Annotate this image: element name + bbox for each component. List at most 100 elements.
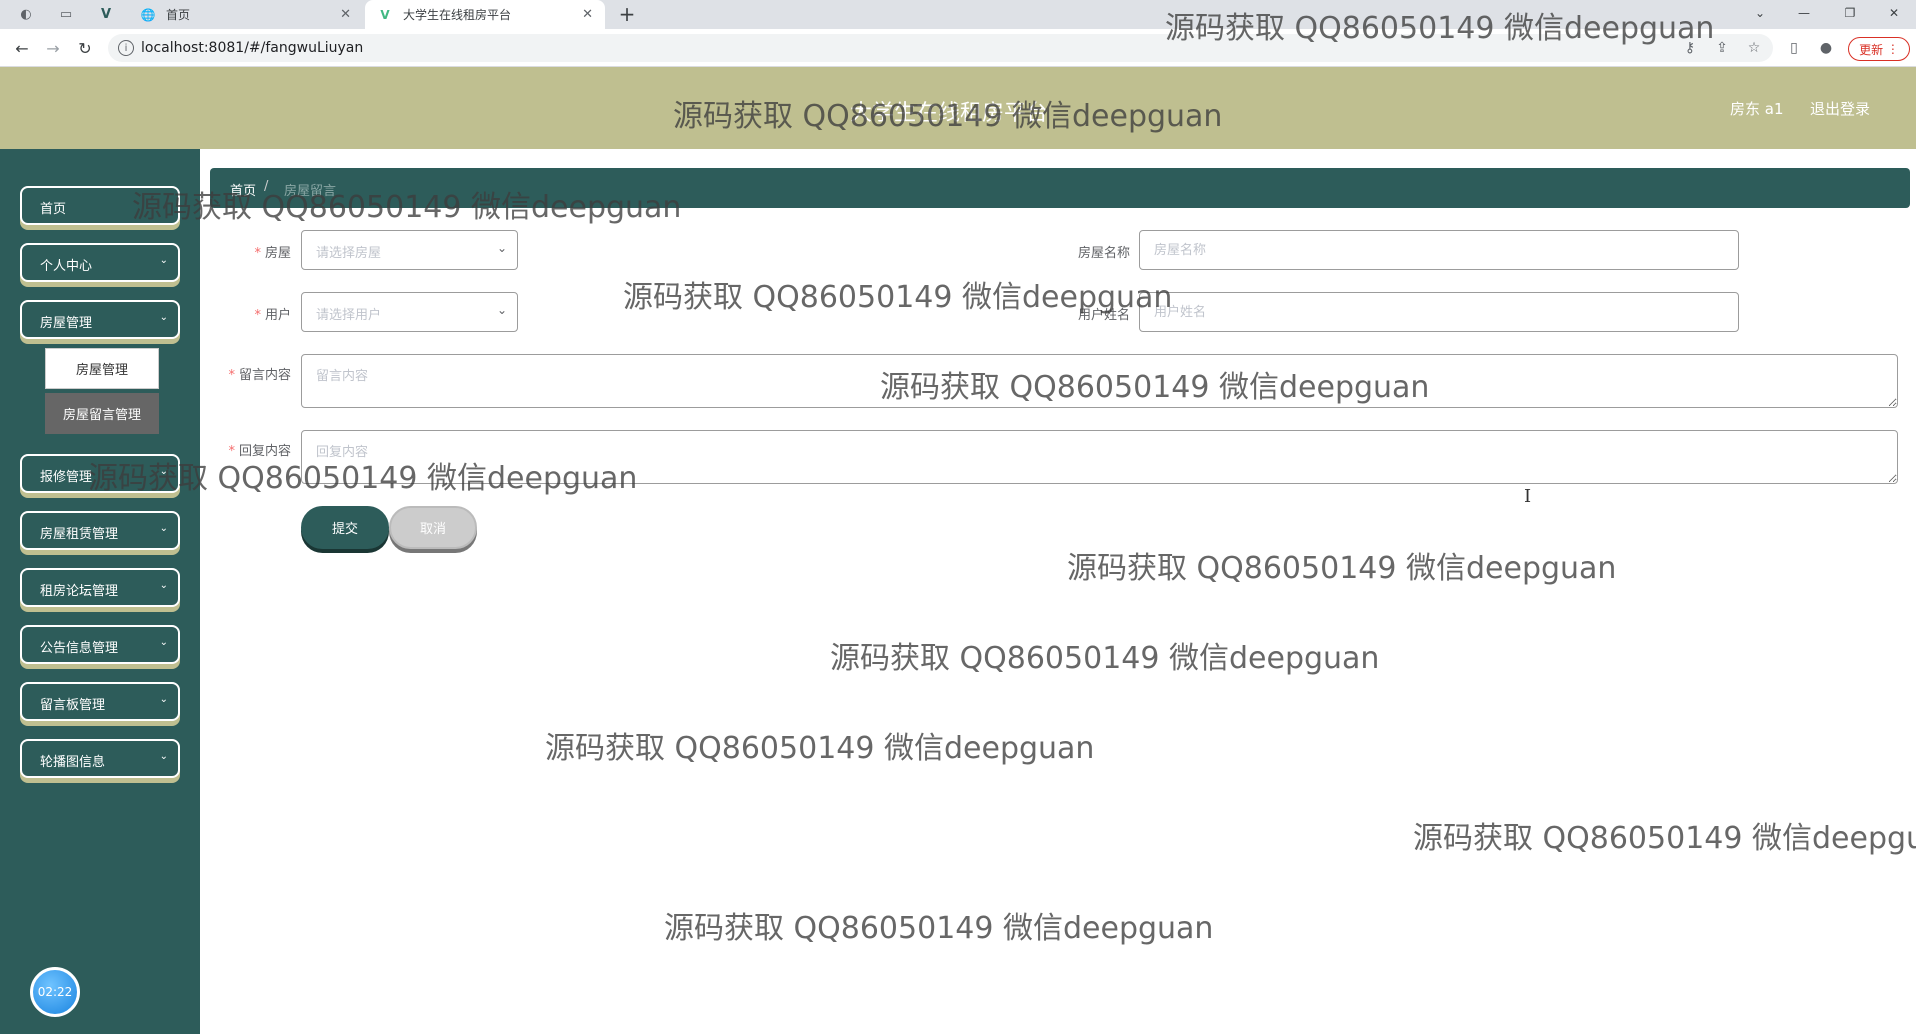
new-tab-icon[interactable]: + — [616, 2, 638, 26]
required-mark: * — [254, 246, 261, 261]
sidebar-item-notice[interactable]: 公告信息管理 ⌄ — [20, 625, 180, 664]
house-label: * 房屋 — [236, 242, 291, 261]
text-cursor-icon: I — [1524, 486, 1532, 507]
house-select[interactable]: 请选择房屋 ⌄ — [301, 230, 518, 270]
breadcrumb-separator: / — [264, 179, 269, 194]
sidebar-item-label: 房屋管理 — [40, 316, 93, 331]
sidebar-item-label: 首页 — [40, 202, 67, 217]
watermark: 源码获取 QQ86050149 微信deepguan — [545, 731, 1095, 766]
message-textarea[interactable] — [301, 354, 1898, 408]
forward-icon[interactable]: → — [43, 38, 63, 58]
sidebar-item-repair[interactable]: 报修管理 ⌄ — [20, 454, 180, 493]
minimize-icon[interactable]: — — [1784, 2, 1824, 24]
sidebar-item-label: 报修管理 — [40, 470, 93, 485]
cancel-button[interactable]: 取消 — [389, 506, 477, 549]
user-label-text: 用户 — [264, 308, 291, 323]
sidepanel-icon[interactable]: ▯ — [1785, 39, 1803, 57]
vue-logo-icon: V — [380, 7, 390, 22]
watermark: 源码获取 QQ86050149 微信deepguan — [1067, 551, 1617, 586]
logout-link[interactable]: 退出登录 — [1810, 98, 1870, 119]
sidebar-item-messageboard[interactable]: 留言板管理 ⌄ — [20, 682, 180, 721]
tab-title: 大学生在线租房平台 — [403, 8, 512, 22]
sidebar-item-label: 公告信息管理 — [40, 641, 119, 656]
app-header: 大学生在线租房平台 房东 a1 退出登录 — [0, 67, 1916, 149]
tab-home[interactable]: 🌐 首页 ✕ — [128, 0, 363, 29]
sidebar-item-carousel[interactable]: 轮播图信息 ⌄ — [20, 739, 180, 778]
chevron-down-icon: ⌄ — [496, 303, 507, 317]
breadcrumb: 首页 / 房屋留言 — [210, 168, 1910, 208]
chevron-down-icon: ⌄ — [159, 751, 168, 762]
watermark: 源码获取 QQ86050149 微信deepguan — [1413, 821, 1916, 856]
house-select-placeholder: 请选择房屋 — [316, 246, 382, 261]
chevron-down-icon: ⌄ — [496, 241, 507, 255]
vue-logo-icon[interactable]: V — [98, 6, 114, 22]
tab-platform[interactable]: V 大学生在线租房平台 ✕ — [365, 0, 605, 29]
sidebar-item-label: 留言板管理 — [40, 698, 106, 713]
update-button[interactable]: 更新 ⋮ — [1848, 37, 1910, 61]
reply-label: * 回复内容 — [206, 440, 291, 459]
browser-tab-strip: ◐ ▭ V 🌐 首页 ✕ V 大学生在线租房平台 ✕ + ⌄ — ❐ ✕ — [0, 0, 1916, 29]
chevron-down-icon: ⌄ — [159, 255, 168, 266]
submenu-item-house[interactable]: 房屋管理 — [45, 348, 159, 389]
close-icon[interactable]: ✕ — [340, 7, 351, 22]
back-icon[interactable]: ← — [12, 38, 32, 58]
submenu-item-label: 房屋管理 — [75, 363, 128, 378]
sidebar-item-lease[interactable]: 房屋租赁管理 ⌄ — [20, 511, 180, 550]
house-name-input[interactable] — [1139, 230, 1739, 270]
chevron-down-icon: ⌄ — [159, 523, 168, 534]
watermark: 源码获取 QQ86050149 微信deepguan — [830, 641, 1380, 676]
submit-button[interactable]: 提交 — [301, 506, 389, 549]
chevron-down-icon: ⌄ — [159, 637, 168, 648]
close-icon[interactable]: ✕ — [582, 7, 593, 22]
chevron-down-icon: ⌄ — [159, 466, 168, 477]
page-title: 大学生在线租房平台 — [850, 101, 1049, 126]
sidebar-item-label: 轮播图信息 — [40, 755, 106, 770]
chevron-down-icon: ⌄ — [159, 694, 168, 705]
browser-menu-icon[interactable]: ◐ — [18, 6, 34, 22]
browser-address-bar: ← → ↻ i localhost:8081/#/fangwuLiuyan ⚷ … — [0, 29, 1916, 67]
breadcrumb-current: 房屋留言 — [284, 184, 337, 199]
blank-tab-icon[interactable]: ▭ — [58, 6, 74, 22]
globe-icon: 🌐 — [140, 7, 156, 22]
reply-textarea[interactable] — [301, 430, 1898, 484]
sidebar-item-house-mgmt[interactable]: 房屋管理 ⌄ — [20, 300, 180, 339]
update-label: 更新 — [1859, 42, 1884, 57]
sidebar-item-label: 房屋租赁管理 — [40, 527, 119, 542]
message-label-text: 留言内容 — [238, 368, 291, 383]
window-close-icon[interactable]: ✕ — [1874, 2, 1914, 24]
reply-label-text: 回复内容 — [238, 444, 291, 459]
required-mark: * — [228, 368, 235, 383]
sidebar-item-profile[interactable]: 个人中心 ⌄ — [20, 243, 180, 282]
share-icon[interactable]: ⇪ — [1713, 39, 1731, 57]
reload-icon[interactable]: ↻ — [75, 38, 95, 58]
sidebar-item-home[interactable]: 首页 — [20, 186, 180, 225]
message-label: * 留言内容 — [206, 364, 291, 383]
sidebar-item-label: 租房论坛管理 — [40, 584, 119, 599]
watermark: 源码获取 QQ86050149 微信deepguan — [664, 911, 1214, 946]
chevron-down-icon: ⌄ — [159, 312, 168, 323]
url-bar[interactable]: i localhost:8081/#/fangwuLiuyan — [108, 34, 1773, 62]
house-name-label: 房屋名称 — [1077, 246, 1130, 261]
tab-title: 首页 — [166, 8, 191, 22]
star-icon[interactable]: ☆ — [1745, 39, 1763, 57]
chevron-down-icon[interactable]: ⌄ — [1740, 2, 1780, 24]
user-name-input[interactable] — [1139, 292, 1739, 332]
house-label-text: 房屋 — [264, 246, 291, 261]
key-icon[interactable]: ⚷ — [1681, 39, 1699, 57]
user-label: * 用户 — [236, 304, 291, 323]
user-select[interactable]: 请选择用户 ⌄ — [301, 292, 518, 332]
chevron-down-icon: ⌄ — [159, 580, 168, 591]
breadcrumb-home[interactable]: 首页 — [230, 180, 256, 199]
profile-icon[interactable]: ● — [1817, 39, 1835, 57]
submenu-item-house-message[interactable]: 房屋留言管理 — [45, 393, 159, 434]
info-icon[interactable]: i — [118, 40, 134, 56]
current-user: 房东 a1 — [1730, 100, 1784, 118]
clock-widget: 02:22 — [30, 967, 80, 1017]
restore-icon[interactable]: ❐ — [1830, 2, 1870, 24]
user-select-placeholder: 请选择用户 — [316, 308, 382, 323]
sidebar-item-forum[interactable]: 租房论坛管理 ⌄ — [20, 568, 180, 607]
sidebar-item-label: 个人中心 — [40, 259, 93, 274]
submenu-item-label: 房屋留言管理 — [62, 408, 141, 423]
url-text: localhost:8081/#/fangwuLiuyan — [141, 40, 364, 56]
required-mark: * — [228, 444, 235, 459]
